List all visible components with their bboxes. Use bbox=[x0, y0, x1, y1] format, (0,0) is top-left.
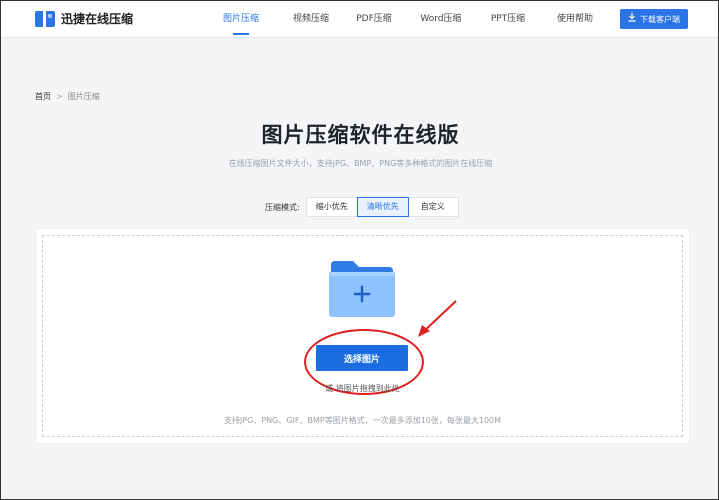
nav-item-image-compress[interactable]: 图片压缩 bbox=[215, 1, 267, 37]
folder-add-icon[interactable] bbox=[329, 259, 395, 317]
window-frame: 迅捷在线压缩 图片压缩 视频压缩 PDF压缩 Word压缩 PPT压缩 使用帮助… bbox=[0, 0, 719, 500]
chevron-right-icon: > bbox=[56, 92, 63, 101]
breadcrumb-current: 图片压缩 bbox=[67, 92, 100, 101]
nav-item-ppt-compress[interactable]: PPT压缩 bbox=[477, 1, 539, 37]
mode-option-clarity-first[interactable]: 清晰优先 bbox=[356, 197, 409, 217]
top-header: 迅捷在线压缩 图片压缩 视频压缩 PDF压缩 Word压缩 PPT压缩 使用帮助… bbox=[1, 1, 718, 38]
annotation-arrow-icon bbox=[416, 299, 458, 343]
download-label: 下载客户端 bbox=[640, 14, 680, 24]
logo-text: 迅捷在线压缩 bbox=[61, 12, 134, 26]
breadcrumb: 首页 > 图片压缩 bbox=[35, 91, 100, 102]
nav-item-pdf-compress[interactable]: PDF压缩 bbox=[343, 1, 405, 37]
nav-item-word-compress[interactable]: Word压缩 bbox=[409, 1, 473, 37]
nav-item-help[interactable]: 使用帮助 bbox=[545, 1, 605, 37]
main-nav: 图片压缩 视频压缩 PDF压缩 Word压缩 PPT压缩 使用帮助 bbox=[215, 1, 605, 37]
drag-drop-hint: 或 将图片拖拽到此处 bbox=[325, 384, 400, 393]
download-icon bbox=[628, 13, 636, 25]
zip-logo-icon bbox=[35, 10, 55, 27]
download-client-button[interactable]: 下载客户端 bbox=[620, 9, 688, 29]
mode-option-size-first[interactable]: 缩小优先 bbox=[307, 198, 358, 216]
compress-mode-row: 压缩模式: 缩小优先 清晰优先 自定义 bbox=[265, 197, 459, 217]
logo[interactable]: 迅捷在线压缩 bbox=[35, 10, 133, 27]
page-subtitle: 在线压缩图片文件大小，支持JPG、BMP、PNG等多种格式的图片在线压缩 bbox=[228, 159, 493, 168]
compress-mode-options: 缩小优先 清晰优先 自定义 bbox=[305, 197, 459, 217]
upload-area[interactable]: 选择图片 或 将图片拖拽到此处 支持JPG、PNG、GIF、BMP等图片格式，一… bbox=[35, 228, 690, 444]
compress-mode-label: 压缩模式: bbox=[265, 202, 300, 212]
mode-option-custom[interactable]: 自定义 bbox=[408, 198, 458, 216]
supported-formats-text: 支持JPG、PNG、GIF、BMP等图片格式，一次最多添加10张，每张最大100… bbox=[223, 416, 502, 425]
breadcrumb-home[interactable]: 首页 bbox=[35, 91, 51, 102]
page-title: 图片压缩软件在线版 bbox=[261, 123, 460, 147]
nav-item-video-compress[interactable]: 视频压缩 bbox=[279, 1, 343, 37]
